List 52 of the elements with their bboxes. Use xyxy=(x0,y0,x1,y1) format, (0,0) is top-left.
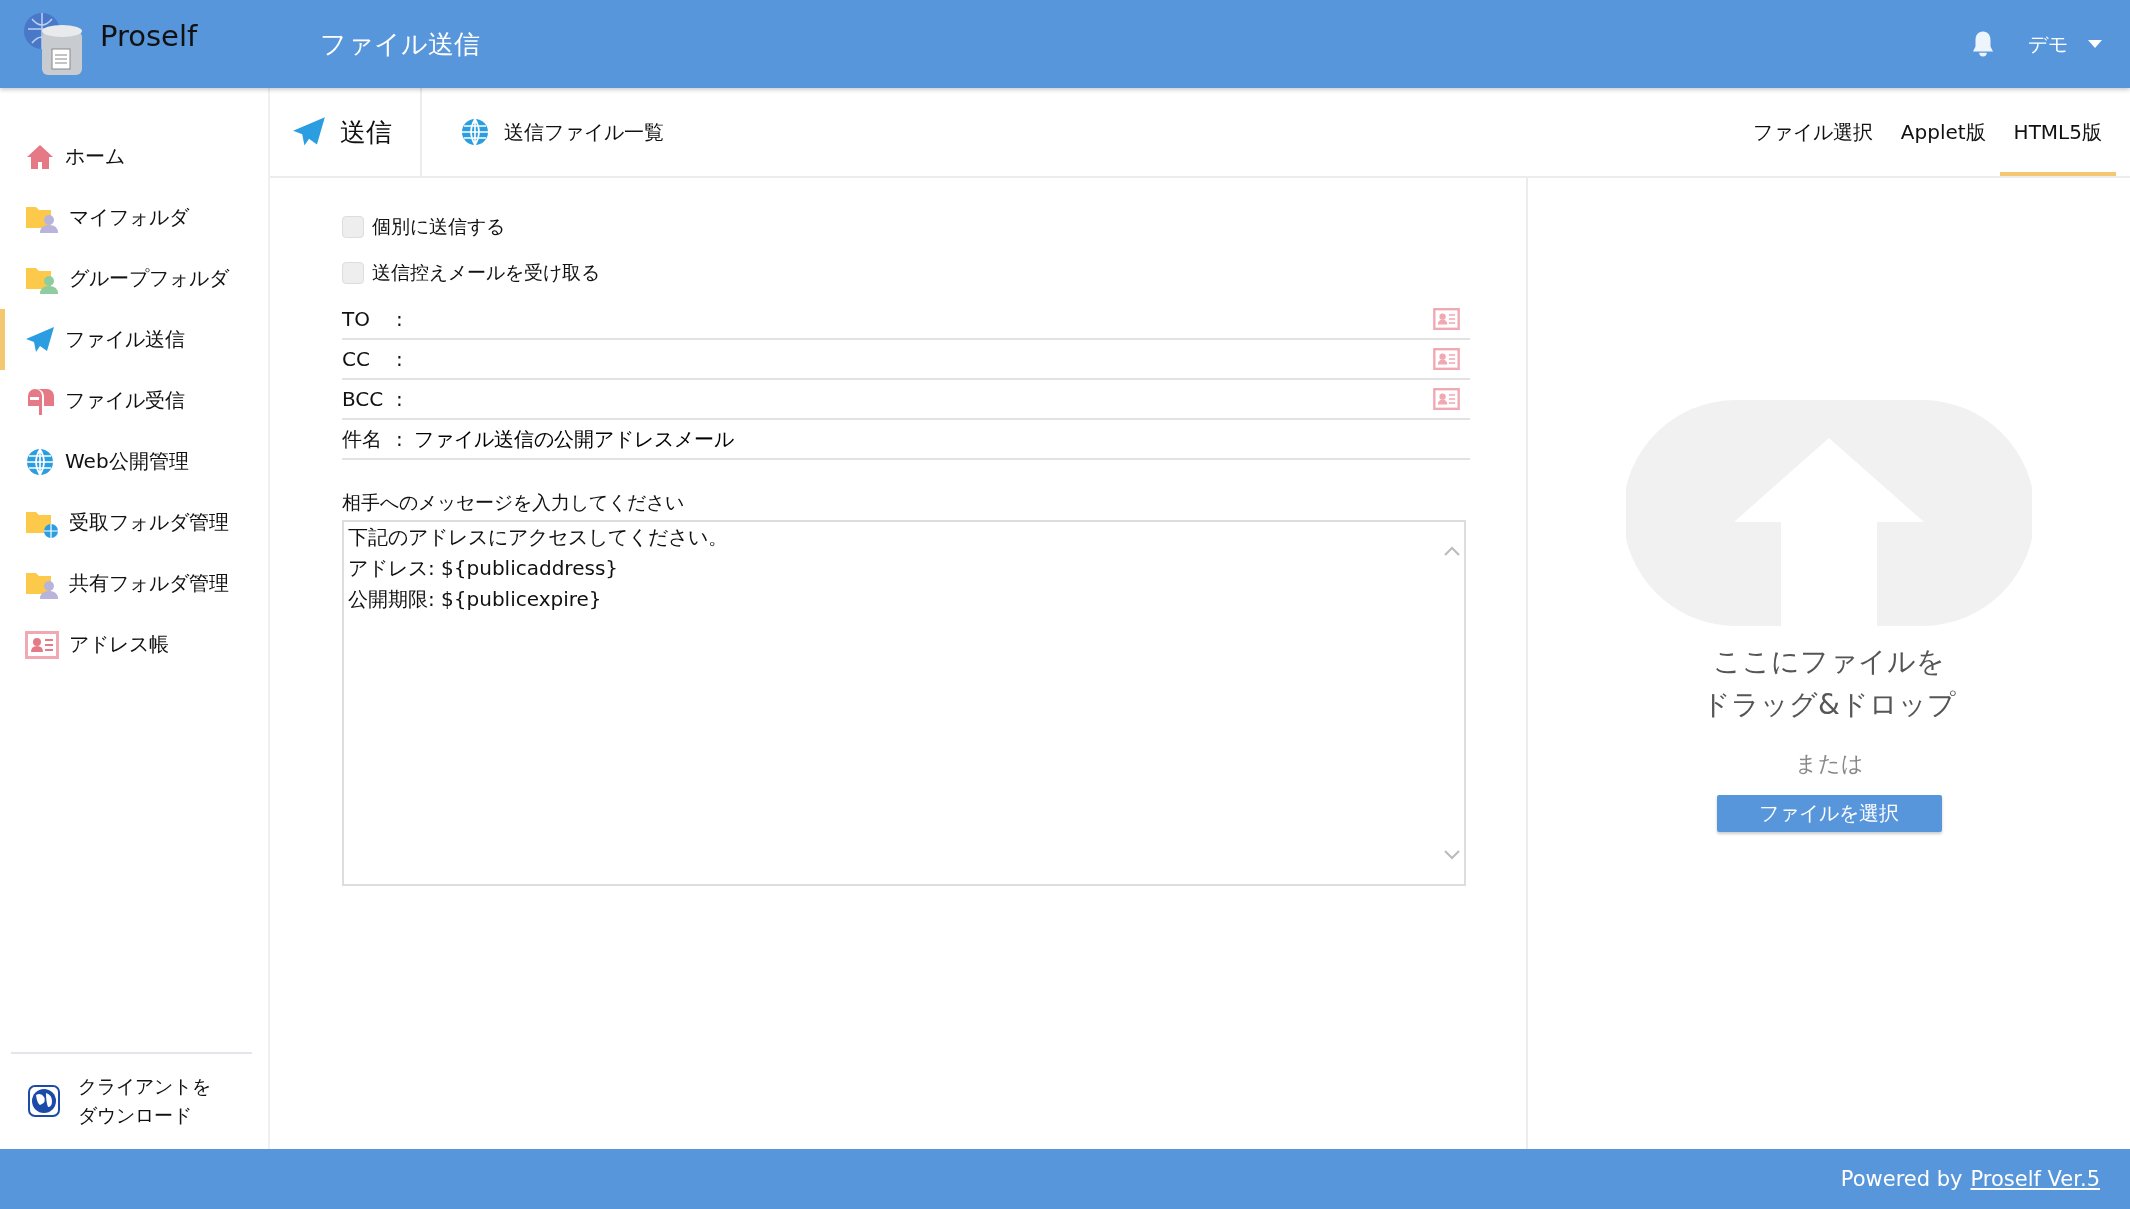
drop-instruction: ドラッグ&ドロップ xyxy=(1702,687,1956,724)
section-tab[interactable]: 送信 xyxy=(270,88,422,176)
field-label: 件名 xyxy=(342,425,383,453)
sidebar-item[interactable]: 受取フォルダ管理 xyxy=(0,492,268,553)
field-label: CC xyxy=(342,347,371,371)
sidebar-item[interactable]: アドレス帳 xyxy=(0,614,268,675)
mode-tab[interactable]: ファイル選択 xyxy=(1738,88,1887,176)
checkbox-label: 個別に送信する xyxy=(372,214,505,239)
sidebar-item[interactable]: 共有フォルダ管理 xyxy=(0,553,268,614)
field-label: BCC xyxy=(342,387,385,411)
paper-plane-icon xyxy=(292,115,326,149)
earth-icon xyxy=(28,1084,60,1117)
globe-icon xyxy=(25,446,55,477)
page-title: ファイル送信 xyxy=(320,27,480,61)
sidebar-item[interactable]: ファイル受信 xyxy=(0,370,268,431)
sidebar-item[interactable]: Web公開管理 xyxy=(0,431,268,492)
message-line: アドレス: ${publicaddress} xyxy=(348,555,619,582)
logo-text: Proself xyxy=(100,19,198,53)
subject-input-field[interactable]: ファイル送信の公開アドレスメール xyxy=(414,422,1470,456)
colon-separator: : xyxy=(396,307,404,331)
mode-tab[interactable]: HTML5版 xyxy=(1999,88,2116,176)
checkbox-label: 送信控えメールを受け取る xyxy=(372,260,600,285)
colon-separator: : xyxy=(396,387,404,411)
download-client-text: クライアントを xyxy=(78,1074,211,1099)
message-text-area[interactable]: 下記のアドレスにアクセスしてください。 アドレス: ${publicaddress} 公開期限: ${publicexpire} xyxy=(342,520,1466,886)
message-line: 下記のアドレスにアクセスしてください。 xyxy=(348,524,728,551)
mode-tab[interactable]: Applet版 xyxy=(1886,88,2000,176)
address-card-icon[interactable] xyxy=(1433,308,1460,330)
message-label: 相手へのメッセージを入力してください xyxy=(342,490,685,515)
download-client-link[interactable]: クライアントを ダウンロード xyxy=(0,1054,268,1149)
sidebar-item[interactable]: ホーム xyxy=(0,126,268,187)
section-tab[interactable]: 送信ファイル一覧 xyxy=(422,88,692,176)
or-text: または xyxy=(1794,749,1864,778)
drop-instruction: ここにファイルを xyxy=(1713,644,1945,680)
checkbox[interactable] xyxy=(342,262,364,284)
field-label: TO xyxy=(342,307,371,331)
chevron-down-icon[interactable] xyxy=(1444,850,1460,860)
address-card-icon[interactable] xyxy=(1433,388,1460,410)
checkbox[interactable] xyxy=(342,216,364,238)
sidebar-item[interactable]: グループフォルダ xyxy=(0,248,268,309)
caret-icon xyxy=(2088,40,2102,48)
colon-separator: : xyxy=(396,347,404,371)
address-card-icon xyxy=(25,630,59,659)
message-line: 公開期限: ${publicexpire} xyxy=(348,586,602,613)
address-card-icon[interactable] xyxy=(1433,348,1460,370)
powered-by-text: Powered by xyxy=(1840,1167,1963,1191)
globe-icon xyxy=(460,117,490,147)
colon-separator: : xyxy=(396,427,404,451)
download-client-text: ダウンロード xyxy=(78,1102,192,1128)
sidebar-item[interactable]: マイフォルダ xyxy=(0,187,268,248)
chevron-up-icon[interactable] xyxy=(1444,546,1460,556)
sidebar-item[interactable]: ファイル送信 xyxy=(0,309,268,370)
